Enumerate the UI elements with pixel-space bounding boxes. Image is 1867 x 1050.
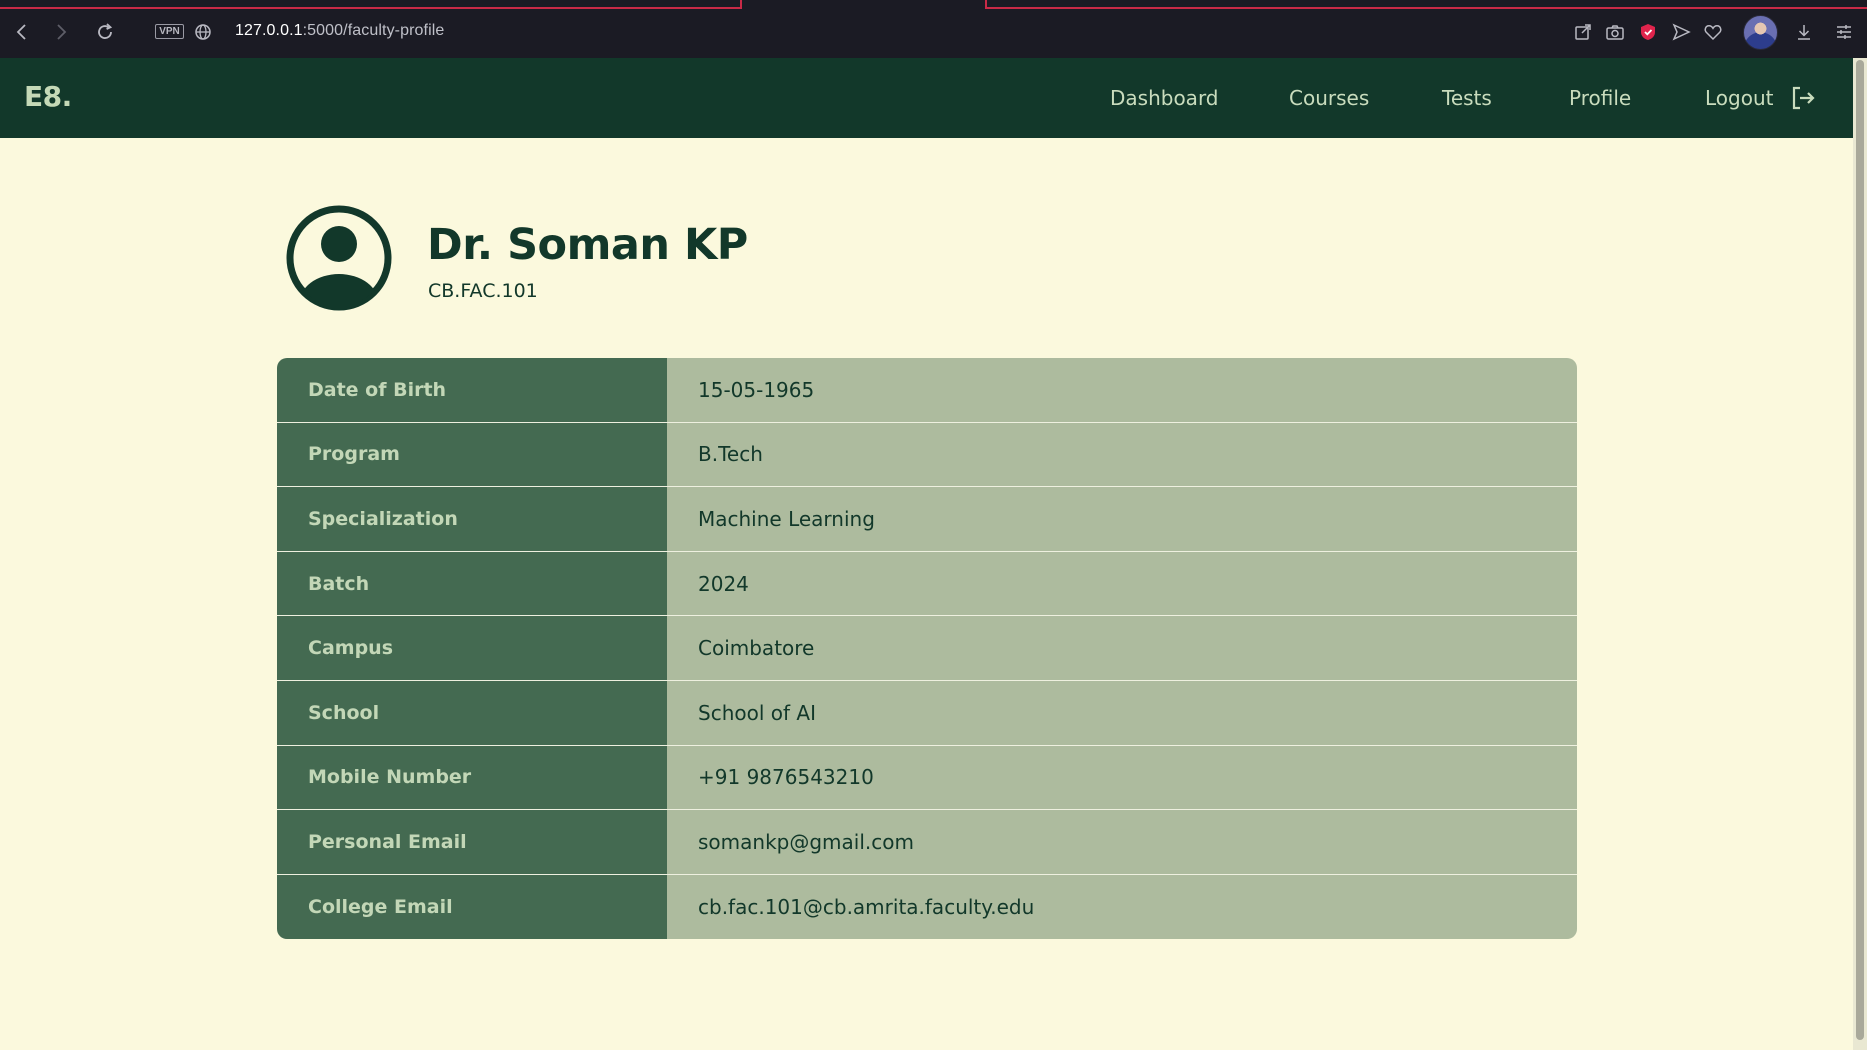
- browser-toolbar: VPN 127.0.0.1:5000/faculty-profile: [0, 0, 1867, 58]
- row-label: College Email: [277, 874, 667, 940]
- browser-profile-avatar[interactable]: [1743, 15, 1778, 50]
- nav-dashboard[interactable]: Dashboard: [1110, 86, 1219, 110]
- send-icon[interactable]: [1666, 17, 1696, 47]
- reload-icon[interactable]: [90, 17, 120, 47]
- tab-strip-right: [985, 0, 1867, 9]
- forward-arrow-icon[interactable]: [46, 17, 76, 47]
- globe-icon[interactable]: [188, 17, 218, 47]
- row-label: Batch: [277, 551, 667, 616]
- row-value: School of AI: [667, 680, 1577, 745]
- menu-sliders-icon[interactable]: [1829, 17, 1859, 47]
- table-row: Mobile Number +91 9876543210: [277, 745, 1577, 811]
- table-row: Program B.Tech: [277, 422, 1577, 488]
- user-avatar-icon: [286, 205, 392, 311]
- download-icon[interactable]: [1789, 17, 1819, 47]
- adblock-shield-icon[interactable]: [1633, 17, 1663, 47]
- app-page: E8. Dashboard Courses Tests Profile Logo…: [0, 58, 1853, 1050]
- table-row: Campus Coimbatore: [277, 616, 1577, 681]
- profile-name: Dr. Soman KP: [427, 220, 748, 270]
- row-value: 15-05-1965: [667, 358, 1577, 422]
- url-path: :5000/faculty-profile: [302, 22, 445, 39]
- profile-details-table: Date of Birth 15-05-1965 Program B.Tech …: [277, 358, 1577, 940]
- row-label: Specialization: [277, 487, 667, 551]
- scrollbar-thumb[interactable]: [1856, 60, 1864, 1040]
- url-host: 127.0.0.1: [235, 22, 303, 39]
- share-icon[interactable]: [1568, 17, 1598, 47]
- page-scrollbar[interactable]: [1853, 58, 1867, 1050]
- row-label: Mobile Number: [277, 745, 667, 810]
- row-value: cb.fac.101@cb.amrita.faculty.edu: [667, 874, 1577, 940]
- row-value: 2024: [667, 551, 1577, 616]
- row-value: Machine Learning: [667, 487, 1577, 551]
- table-row: College Email cb.fac.101@cb.amrita.facul…: [277, 874, 1577, 940]
- vpn-badge[interactable]: VPN: [155, 24, 184, 39]
- nav-logout[interactable]: Logout: [1705, 86, 1773, 110]
- row-value: B.Tech: [667, 422, 1577, 487]
- row-value: Coimbatore: [667, 616, 1577, 680]
- table-row: Personal Email somankp@gmail.com: [277, 810, 1577, 875]
- camera-icon[interactable]: [1600, 17, 1630, 47]
- row-label: Date of Birth: [277, 358, 667, 422]
- back-arrow-icon[interactable]: [7, 17, 37, 47]
- top-navbar: E8. Dashboard Courses Tests Profile Logo…: [0, 58, 1853, 138]
- address-bar[interactable]: 127.0.0.1:5000/faculty-profile: [235, 22, 444, 40]
- row-label: Campus: [277, 616, 667, 680]
- nav-profile[interactable]: Profile: [1569, 86, 1631, 110]
- nav-tests[interactable]: Tests: [1442, 86, 1492, 110]
- nav-courses[interactable]: Courses: [1289, 86, 1369, 110]
- tab-strip-left: [0, 0, 742, 9]
- row-value: +91 9876543210: [667, 745, 1577, 810]
- row-label: School: [277, 680, 667, 745]
- row-value: somankp@gmail.com: [667, 810, 1577, 874]
- logout-icon[interactable]: [1790, 85, 1816, 111]
- profile-id: CB.FAC.101: [428, 280, 538, 302]
- table-row: Date of Birth 15-05-1965: [277, 358, 1577, 423]
- row-label: Personal Email: [277, 810, 667, 874]
- app-logo[interactable]: E8.: [24, 80, 72, 113]
- table-row: Batch 2024: [277, 551, 1577, 617]
- row-label: Program: [277, 422, 667, 487]
- heart-icon[interactable]: [1698, 17, 1728, 47]
- table-row: Specialization Machine Learning: [277, 487, 1577, 552]
- table-row: School School of AI: [277, 680, 1577, 746]
